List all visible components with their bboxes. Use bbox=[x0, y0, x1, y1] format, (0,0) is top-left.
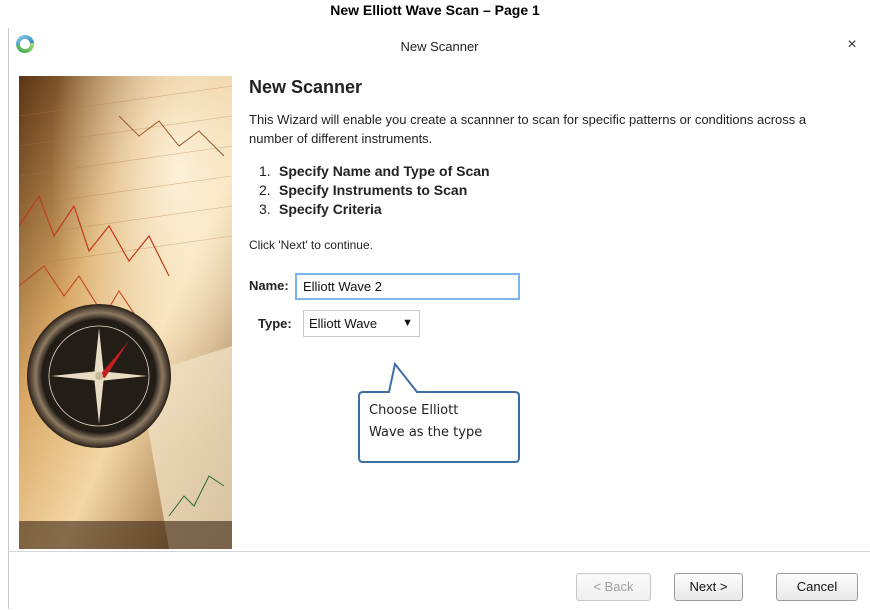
callout-text-line2: Wave as the type bbox=[369, 425, 483, 440]
close-button[interactable]: × bbox=[844, 37, 860, 53]
step-number: 2. bbox=[259, 182, 271, 198]
wizard-content: New Scanner This Wizard will enable you … bbox=[9, 66, 870, 551]
type-label: Type: bbox=[258, 316, 292, 331]
document-title: New Elliott Wave Scan – Page 1 bbox=[330, 2, 540, 18]
step-item: 3. Specify Criteria bbox=[259, 200, 490, 219]
callout-text-line1: Choose Elliott bbox=[369, 403, 459, 418]
new-scanner-dialog: New Scanner × New Scanner This Wizard wi… bbox=[8, 28, 870, 610]
wizard-footer: < Back Next > Cancel bbox=[9, 551, 870, 610]
back-button[interactable]: < Back bbox=[576, 573, 651, 601]
wizard-intro: This Wizard will enable you create a sca… bbox=[249, 112, 807, 146]
cancel-button[interactable]: Cancel bbox=[776, 573, 858, 601]
name-label: Name: bbox=[249, 278, 289, 293]
continue-hint: Click 'Next' to continue. bbox=[249, 238, 373, 252]
steps-list: 1. Specify Name and Type of Scan 2. Specif… bbox=[259, 162, 490, 219]
type-select[interactable]: Elliott Wave ▼ bbox=[303, 310, 420, 337]
step-label: Specify Name and Type of Scan bbox=[279, 163, 490, 179]
type-select-value[interactable]: Elliott Wave bbox=[309, 316, 377, 331]
title-bar: New Scanner × bbox=[9, 28, 870, 66]
dropdown-arrow-icon[interactable]: ▼ bbox=[402, 311, 413, 336]
wizard-heading: New Scanner bbox=[249, 77, 363, 97]
compass-finance-image bbox=[19, 76, 232, 549]
window-title: New Scanner bbox=[400, 39, 479, 54]
step-label: Specify Criteria bbox=[279, 201, 382, 217]
name-input[interactable]: Elliott Wave 2 bbox=[295, 273, 520, 300]
step-label: Specify Instruments to Scan bbox=[279, 182, 468, 198]
step-item: 1. Specify Name and Type of Scan bbox=[259, 162, 490, 181]
step-number: 1. bbox=[259, 163, 271, 179]
close-icon[interactable]: × bbox=[847, 36, 856, 53]
step-item: 2. Specify Instruments to Scan bbox=[259, 181, 490, 200]
step-number: 3. bbox=[259, 201, 271, 217]
next-button[interactable]: Next > bbox=[674, 573, 743, 601]
